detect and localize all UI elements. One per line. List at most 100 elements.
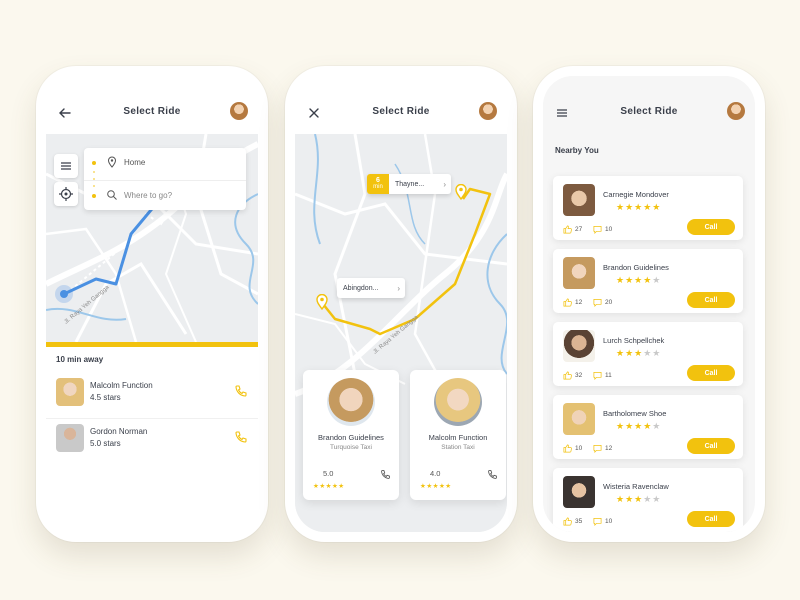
like-count: 32	[575, 372, 583, 379]
phone-mockup-middle: Select Ride Jl. Raya Yeh Gangga 6 min Th…	[285, 66, 517, 542]
comments[interactable]: 20	[593, 298, 612, 307]
driver-name: Malcolm Function	[90, 381, 153, 390]
thumbs-up-icon	[563, 444, 572, 453]
comment-count: 12	[605, 445, 613, 452]
driver-photo	[563, 403, 595, 435]
search-icon	[107, 190, 117, 200]
like-count: 10	[575, 445, 583, 452]
eta-unit: min	[373, 184, 383, 190]
driver-row[interactable]: Malcolm Function 4.5 stars	[46, 374, 258, 414]
origin-tag[interactable]: Abingdon... ›	[337, 278, 405, 298]
likes[interactable]: 10	[563, 444, 582, 453]
top-bar: Select Ride	[295, 76, 507, 134]
comment-icon	[593, 371, 602, 380]
arrow-left-icon[interactable]	[58, 106, 72, 120]
phone-mockup-left: Select Ride Jl. Raya Yeh Gangga Home Whe…	[36, 66, 268, 542]
driver-card[interactable]: Carnegie Mondover ★★★★★ 27 10 Call	[553, 176, 743, 240]
star-rating: ★★★★★	[616, 421, 662, 431]
driver-photo	[56, 378, 84, 406]
call-button[interactable]: Call	[687, 219, 735, 235]
driver-name: Gordon Norman	[90, 427, 148, 436]
comment-icon	[593, 444, 602, 453]
star-rating: ★★★★★	[616, 275, 662, 285]
like-count: 35	[575, 518, 583, 525]
phone-mockup-right: Select Ride Nearby You Carnegie Mondover…	[533, 66, 765, 542]
user-avatar[interactable]	[727, 102, 745, 120]
thumbs-up-icon	[563, 517, 572, 526]
driver-name: Bartholomew Shoe	[603, 409, 667, 418]
driver-photo	[563, 184, 595, 216]
page-title: Select Ride	[123, 105, 181, 117]
likes[interactable]: 35	[563, 517, 582, 526]
comments[interactable]: 10	[593, 225, 612, 234]
map-view[interactable]: Jl. Raya Yeh Gangga Home Where to go?	[46, 134, 258, 342]
chevron-right-icon: ›	[443, 179, 446, 189]
likes[interactable]: 32	[563, 371, 582, 380]
call-button[interactable]: Call	[687, 292, 735, 308]
rating-value: 5.0	[323, 469, 334, 478]
driver-card[interactable]: Brandon Guidelines ★★★★★ 12 20 Call	[553, 249, 743, 313]
destination-input[interactable]: Where to go?	[124, 191, 172, 200]
star-rating: ★★★★★	[420, 483, 452, 490]
comment-icon	[593, 298, 602, 307]
thumbs-up-icon	[563, 225, 572, 234]
location-pin-icon	[107, 156, 117, 168]
phone-call-icon[interactable]	[234, 384, 248, 398]
comment-count: 11	[605, 372, 612, 379]
screen-route-search: Select Ride Jl. Raya Yeh Gangga Home Whe…	[46, 76, 258, 532]
origin-label: Abingdon...	[343, 284, 379, 292]
driver-name: Malcolm Function	[428, 433, 488, 442]
section-heading: Nearby You	[555, 146, 599, 155]
crosshair-icon	[59, 187, 73, 201]
driver-card[interactable]: Bartholomew Shoe ★★★★★ 10 12 Call	[553, 395, 743, 459]
thumbs-up-icon	[563, 371, 572, 380]
route-dot	[93, 171, 95, 173]
chevron-right-icon: ›	[397, 283, 400, 293]
close-icon[interactable]	[307, 106, 321, 120]
like-count: 12	[575, 299, 583, 306]
driver-photo	[563, 330, 595, 362]
driver-card[interactable]: Wisteria Ravenclaw ★★★★★ 35 10 Call	[553, 468, 743, 532]
menu-icon[interactable]	[555, 106, 569, 120]
comment-count: 10	[605, 226, 613, 233]
phone-call-icon[interactable]	[234, 430, 248, 444]
driver-name: Brandon Guidelines	[603, 263, 669, 272]
driver-name: Carnegie Mondover	[603, 190, 669, 199]
call-button[interactable]: Call	[687, 365, 735, 381]
driver-card[interactable]: Malcolm Function Station Taxi 4.0 ★★★★★	[410, 370, 506, 500]
comments[interactable]: 11	[593, 371, 612, 380]
driver-photo	[563, 476, 595, 508]
comments[interactable]: 12	[593, 444, 612, 453]
call-button[interactable]: Call	[687, 511, 735, 527]
comments[interactable]: 10	[593, 517, 612, 526]
screen-nearby-list: Select Ride Nearby You Carnegie Mondover…	[543, 76, 755, 532]
driver-card[interactable]: Lurch Schpellchek ★★★★★ 32 11 Call	[553, 322, 743, 386]
driver-rating: 4.5 stars	[90, 393, 121, 402]
locate-me-button[interactable]	[54, 182, 78, 206]
destination-tag[interactable]: 6 min Thayne... ›	[367, 174, 451, 194]
comment-icon	[593, 225, 602, 234]
driver-card[interactable]: Brandon Guidelines Turquoise Taxi 5.0 ★★…	[303, 370, 399, 500]
origin-text: Home	[124, 158, 146, 167]
divider	[46, 418, 258, 419]
phone-call-icon[interactable]	[487, 469, 498, 480]
route-search-card: Home Where to go?	[84, 148, 246, 210]
phone-call-icon[interactable]	[380, 469, 391, 480]
like-count: 27	[575, 226, 583, 233]
call-button[interactable]: Call	[687, 438, 735, 454]
likes[interactable]: 27	[563, 225, 582, 234]
origin-row[interactable]: Home	[84, 148, 246, 178]
destination-row[interactable]: Where to go?	[84, 180, 246, 210]
destination-dot	[92, 194, 96, 198]
origin-dot	[92, 161, 96, 165]
menu-icon	[61, 162, 71, 170]
likes[interactable]: 12	[563, 298, 582, 307]
rating-value: 4.0	[430, 469, 441, 478]
menu-button[interactable]	[54, 154, 78, 178]
star-rating: ★★★★★	[616, 348, 662, 358]
driver-name: Brandon Guidelines	[318, 433, 384, 442]
user-avatar[interactable]	[230, 102, 248, 120]
user-avatar[interactable]	[479, 102, 497, 120]
driver-photo	[434, 378, 482, 426]
driver-row[interactable]: Gordon Norman 5.0 stars	[46, 420, 258, 460]
